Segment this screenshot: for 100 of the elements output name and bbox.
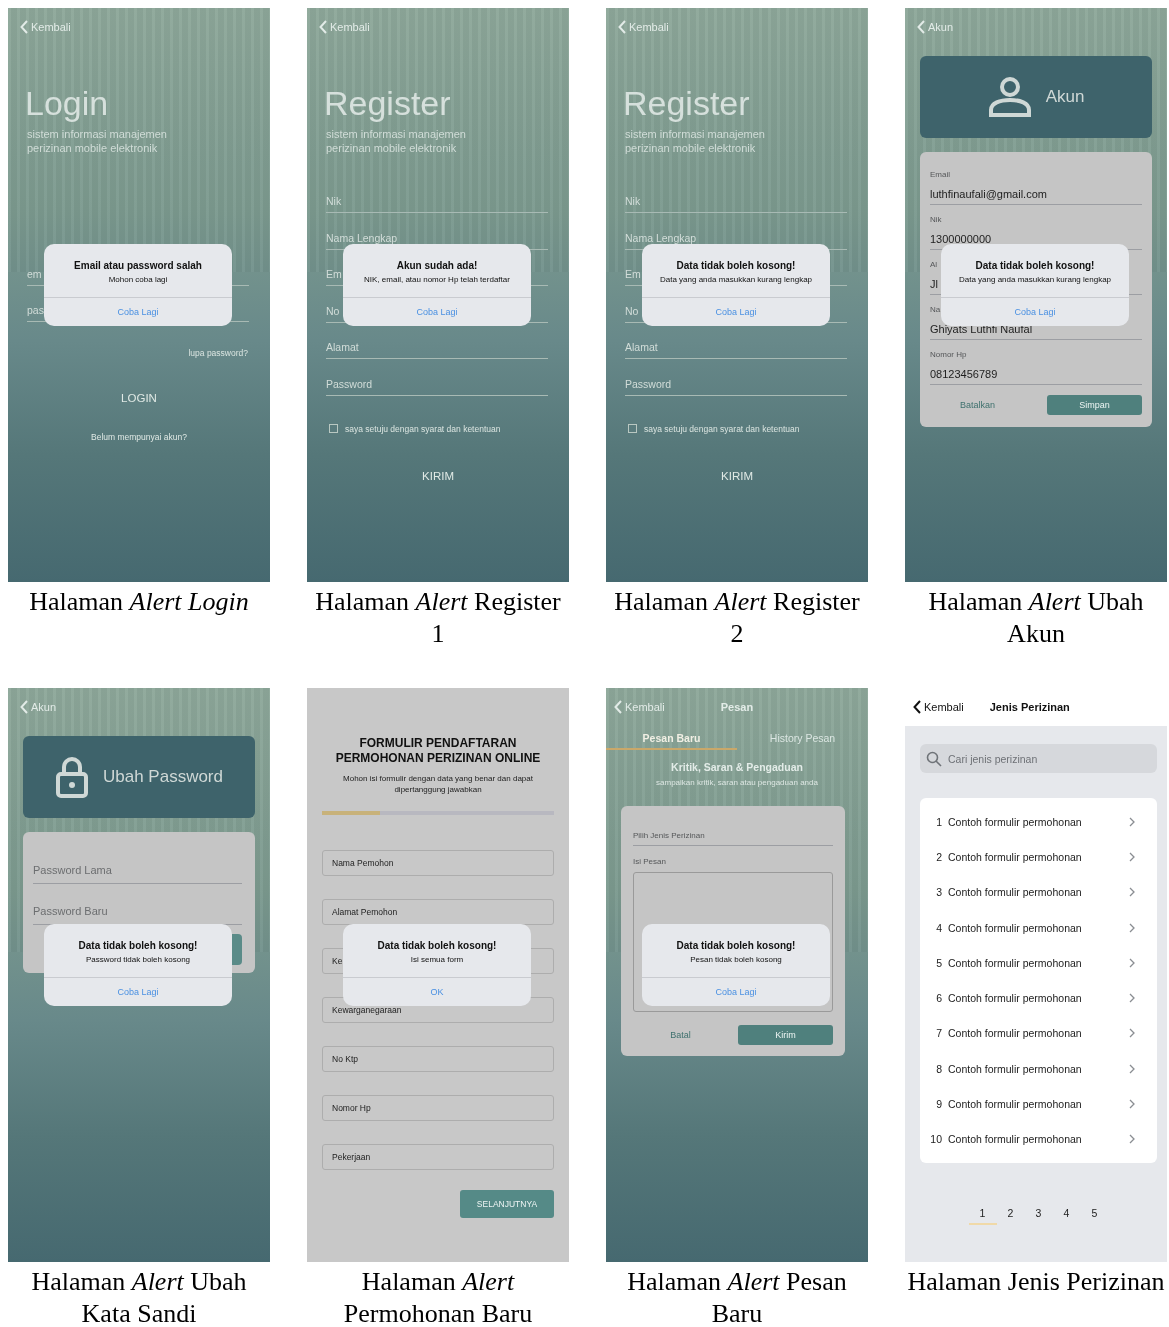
send-button[interactable]: Kirim xyxy=(738,1025,833,1045)
list-item[interactable]: 2 Contoh formulir permohonan xyxy=(920,839,1157,875)
field-placeholder[interactable]: Password Lama xyxy=(33,860,112,877)
back-button[interactable]: Kembali xyxy=(319,19,370,35)
list-item[interactable]: 3 Contoh formulir permohonan xyxy=(920,874,1157,910)
field-placeholder[interactable]: pas xyxy=(27,300,44,316)
field-label: Al xyxy=(930,260,938,270)
chevron-right-icon xyxy=(1129,1099,1135,1109)
login-button[interactable]: LOGIN xyxy=(121,392,157,404)
field-label: Nomor Hp xyxy=(930,350,967,360)
list-item[interactable]: 6 Contoh formulir permohonan xyxy=(920,980,1157,1016)
alert-title: Data tidak boleh kosong! xyxy=(975,260,1095,272)
back-button[interactable]: Kembali xyxy=(913,699,964,715)
field-placeholder[interactable]: Nama Lengkap xyxy=(326,227,398,244)
page-title: Register xyxy=(324,83,452,123)
search-icon xyxy=(926,750,942,767)
tab[interactable]: History Pesan xyxy=(737,728,868,750)
field-placeholder[interactable]: Password xyxy=(326,373,373,390)
chevron-right-icon xyxy=(1129,887,1135,898)
back-button[interactable]: Kembali xyxy=(618,19,669,35)
input-field[interactable]: No Ktp xyxy=(322,1046,554,1072)
alert-button[interactable]: Coba Lagi xyxy=(642,978,830,1006)
header-title: Ubah Password xyxy=(103,767,223,787)
page-link[interactable]: 2 xyxy=(996,1202,1025,1225)
page-link[interactable]: 5 xyxy=(1080,1202,1109,1225)
chevron-left-icon xyxy=(618,20,626,34)
field-placeholder[interactable]: Nama Lengkap xyxy=(625,227,697,244)
search-field[interactable]: Cari jenis perizinan xyxy=(920,744,1157,773)
figure-caption: Halaman Alert Login xyxy=(28,586,250,618)
page-link[interactable]: 1 xyxy=(968,1202,997,1225)
field-placeholder[interactable]: Password xyxy=(625,373,672,390)
chevron-right-icon xyxy=(1129,1028,1135,1039)
field-placeholder[interactable]: em xyxy=(27,264,42,280)
submit-button[interactable]: KIRIM xyxy=(422,469,454,482)
dropdown-placeholder[interactable]: Pilih Jenis Perizinan xyxy=(633,831,705,840)
tab[interactable]: Pesan Baru xyxy=(606,728,737,750)
field-placeholder[interactable]: Em xyxy=(625,264,641,280)
list-item[interactable]: 10 Contoh formulir permohonan xyxy=(920,1121,1157,1157)
search-placeholder: Cari jenis perizinan xyxy=(948,752,1038,765)
checkbox[interactable] xyxy=(628,424,637,433)
list-item[interactable]: 4 Contoh formulir permohonan xyxy=(920,909,1157,946)
form-subtitle: Mohon isi formulir dengan data yang benar dan dapat dipertanggung jawabkan xyxy=(342,773,534,795)
alert-title: Data tidak boleh kosong! xyxy=(676,940,796,952)
field-placeholder[interactable]: Em xyxy=(326,264,342,280)
back-button[interactable]: Akun xyxy=(20,699,57,715)
list-item[interactable]: 7 Contoh formulir permohonan xyxy=(920,1015,1157,1052)
alert-button[interactable]: Coba Lagi xyxy=(44,978,232,1006)
field-placeholder[interactable]: No xyxy=(625,300,639,317)
input-value[interactable]: luthfinaufali@gmail.com xyxy=(930,187,1047,201)
field-placeholder[interactable]: Nik xyxy=(625,191,641,207)
field-label: Email xyxy=(930,170,950,180)
signup-link[interactable]: Belum mempunyai akun? xyxy=(91,432,187,442)
checkbox-label: saya setuju dengan syarat dan ketentuan xyxy=(644,423,800,434)
field-placeholder[interactable]: No xyxy=(326,300,340,317)
list-item[interactable]: 9 Contoh formulir permohonan xyxy=(920,1086,1157,1122)
back-button[interactable]: Akun xyxy=(917,19,954,35)
list-item[interactable]: 1 Contoh formulir permohonan xyxy=(920,804,1157,840)
save-button[interactable]: Simpan xyxy=(1047,395,1142,415)
input-field[interactable]: Nomor Hp xyxy=(322,1095,554,1121)
alert-button[interactable]: Coba Lagi xyxy=(642,298,830,326)
page-link[interactable]: 3 xyxy=(1024,1202,1053,1225)
checkbox[interactable] xyxy=(329,424,338,433)
figure-caption: Halaman Alert Register 1 xyxy=(314,586,562,650)
field-label: Isi Pesan xyxy=(633,857,666,866)
alert-title: Data tidak boleh kosong! xyxy=(676,260,796,272)
input-value[interactable]: 1300000000 xyxy=(930,232,992,246)
chevron-left-icon xyxy=(20,20,28,34)
next-button[interactable]: SELANJUTNYA xyxy=(460,1190,554,1218)
input-field[interactable]: Pekerjaan xyxy=(322,1144,554,1170)
field-placeholder[interactable]: Password Baru xyxy=(33,901,108,918)
back-button[interactable]: Kembali xyxy=(614,699,721,715)
submit-button[interactable]: KIRIM xyxy=(721,469,753,482)
field-placeholder[interactable]: Alamat xyxy=(625,337,658,353)
input-field[interactable]: Nama Pemohon xyxy=(322,850,554,876)
chevron-right-icon xyxy=(1129,1134,1135,1145)
form-title: FORMULIR PENDAFTARAN PERMOHONAN PERIZINAN ONLINE xyxy=(334,736,542,766)
checkbox-label: saya setuju dengan syarat dan ketentuan xyxy=(345,423,501,434)
cancel-button[interactable]: Batalkan xyxy=(930,395,1025,415)
cancel-button[interactable]: Batal xyxy=(633,1025,728,1045)
alert-button[interactable]: Coba Lagi xyxy=(44,298,232,326)
person-icon xyxy=(987,76,1032,118)
page-link[interactable]: 4 xyxy=(1052,1202,1081,1225)
list-item[interactable]: 8 Contoh formulir permohonan xyxy=(920,1051,1157,1087)
field-placeholder[interactable]: Alamat xyxy=(326,337,359,353)
field-label: Nik xyxy=(930,215,942,225)
alert-button[interactable]: Coba Lagi xyxy=(343,298,531,326)
input-value[interactable]: 08123456789 xyxy=(930,367,998,381)
field-placeholder[interactable]: Nik xyxy=(326,191,342,207)
alert-message: Data yang anda masukkan kurang lengkap xyxy=(659,275,813,285)
back-button[interactable]: Kembali xyxy=(20,19,71,35)
field-label: Na xyxy=(930,305,941,315)
message-textarea[interactable] xyxy=(633,872,833,1012)
alert-message: Data yang anda masukkan kurang lengkap xyxy=(958,275,1112,285)
chevron-right-icon xyxy=(1129,922,1135,933)
forgot-password-link[interactable]: lupa password? xyxy=(188,348,248,358)
figure-caption: Halaman Alert Pesan Baru xyxy=(626,1266,848,1327)
alert-button[interactable]: Coba Lagi xyxy=(941,298,1129,326)
list-item[interactable]: 5 Contoh formulir permohonan xyxy=(920,945,1157,981)
figure-caption: Halaman Alert Ubah Kata Sandi xyxy=(30,1266,248,1327)
input-value[interactable]: Jl xyxy=(930,277,938,291)
